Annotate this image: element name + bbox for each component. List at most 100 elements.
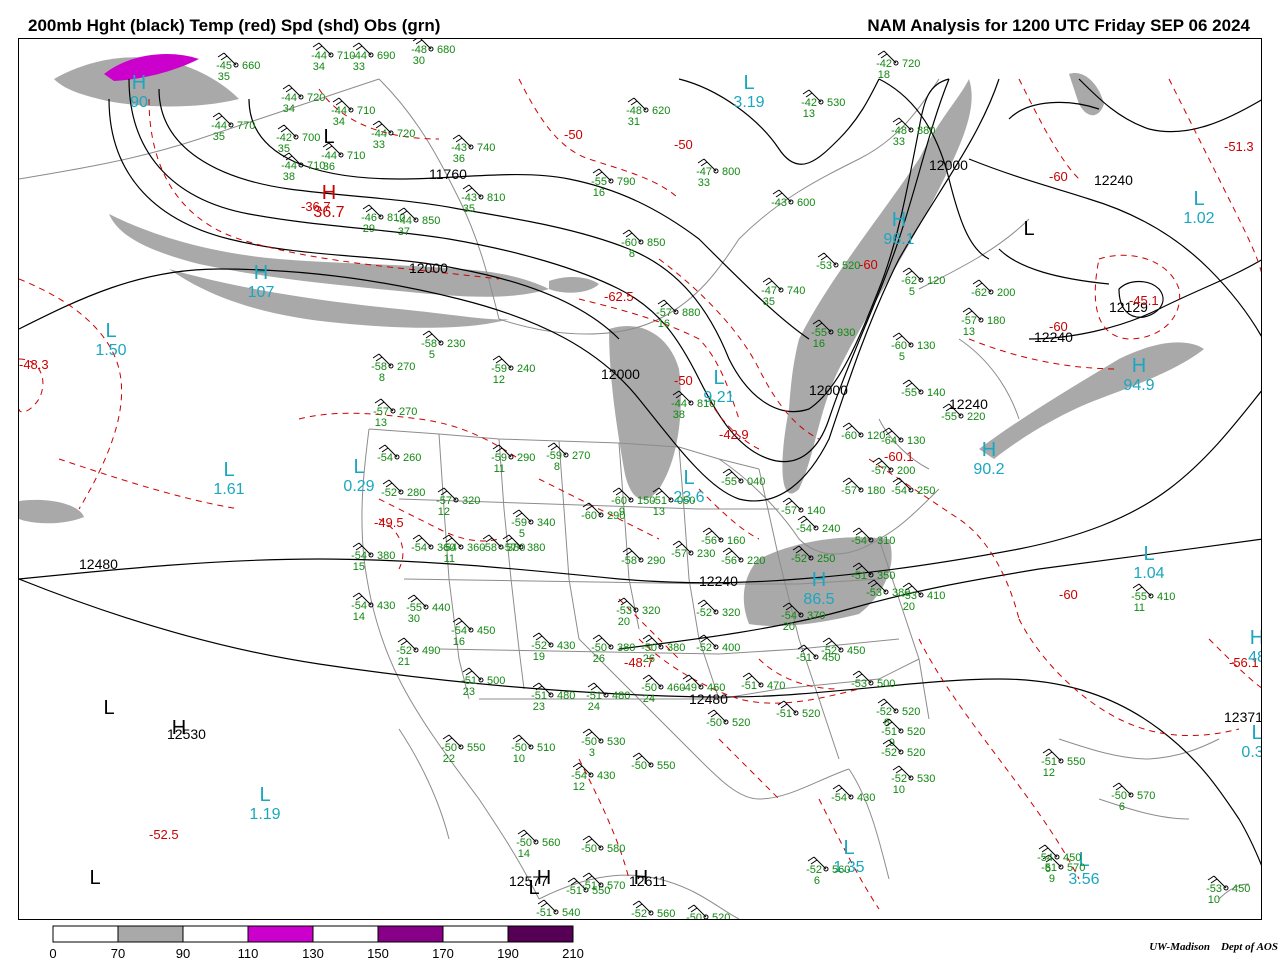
colorbar-tick-label: 90: [175, 946, 191, 961]
obs-temperature: -43: [771, 197, 787, 209]
obs-height: 430: [377, 600, 395, 612]
obs-dewpoint-depression: 5: [429, 349, 435, 361]
obs-temperature: -51: [581, 880, 597, 892]
obs-dewpoint-depression: 21: [398, 656, 410, 668]
station-obs: -50 55022: [441, 734, 485, 765]
wind-speed-colorbar: [52, 925, 574, 943]
center-letter: H: [982, 439, 996, 461]
obs-dewpoint-depression: 37: [398, 226, 410, 238]
colorbar-cell: [52, 925, 119, 943]
obs-height: 050: [677, 495, 695, 507]
obs-height: 550: [1067, 756, 1085, 768]
obs-temperature: -56: [721, 555, 737, 567]
temperature-label: -48.3: [19, 357, 49, 372]
obs-dewpoint-depression: 34: [283, 103, 295, 115]
obs-height: 430: [857, 792, 875, 804]
obs-height: 520: [902, 706, 920, 718]
station-obs: -62 1205: [901, 267, 945, 298]
station-obs: -44 71038: [281, 152, 325, 183]
station-obs: -52 520: [881, 739, 925, 759]
obs-height: 620: [652, 105, 670, 117]
credit-label: UW-Madison Dept of AOS: [1149, 941, 1278, 953]
obs-temperature: -52: [696, 642, 712, 654]
obs-dewpoint-depression: 23: [463, 686, 475, 698]
geographic-borders: [19, 78, 1250, 919]
obs-height: 250: [817, 553, 835, 565]
station-obs: -57 27013: [373, 398, 417, 429]
center-letter: H: [634, 867, 648, 889]
obs-height: 130: [917, 340, 935, 352]
obs-height: 810: [697, 398, 715, 410]
obs-height: 880: [682, 307, 700, 319]
obs-dewpoint-depression: 12: [1043, 767, 1055, 779]
center-letter: L: [323, 126, 334, 148]
station-obs: -47 80033: [696, 158, 740, 189]
obs-height: 530: [607, 736, 625, 748]
obs-height: 570: [607, 880, 625, 892]
obs-height: 930: [837, 327, 855, 339]
obs-dewpoint-depression: 24: [588, 701, 600, 713]
obs-height: 250: [917, 485, 935, 497]
center-letter: L: [89, 867, 100, 889]
station-obs: -52 5208: [876, 698, 920, 729]
temperature-label: -42.9: [719, 427, 749, 442]
temperature-label: -51.3: [1224, 139, 1254, 154]
obs-height: 410: [1157, 591, 1175, 603]
obs-height: 430: [597, 770, 615, 782]
station-obs: -51 55012: [1041, 748, 1085, 779]
center-value: 94.9: [1123, 377, 1154, 394]
obs-height: 500: [877, 678, 895, 690]
station-obs: -56 220: [721, 547, 765, 567]
obs-dewpoint-depression: 8: [554, 461, 560, 473]
station-obs: -50 5706: [1111, 782, 1155, 813]
colorbar-tick-label: 0: [49, 946, 57, 961]
obs-height: 710: [307, 160, 325, 172]
colorbar-tick-label: 150: [367, 946, 389, 961]
obs-height: 380: [527, 542, 545, 554]
obs-temperature: -51: [776, 708, 792, 720]
center-letter: L: [1251, 722, 1262, 744]
obs-dewpoint-depression: 30: [408, 613, 420, 625]
obs-height: 480: [612, 690, 630, 702]
obs-height: 230: [447, 338, 465, 350]
station-obs: -54 240: [796, 515, 840, 535]
station-obs: -54 43012: [571, 762, 615, 793]
center-letter: L: [843, 837, 854, 859]
station-obs: -51 48023: [531, 682, 575, 713]
obs-dewpoint-depression: 34: [333, 116, 345, 128]
obs-height: 690: [377, 50, 395, 62]
obs-temperature: -54: [377, 452, 393, 464]
station-obs: -64 130: [881, 427, 925, 447]
station-obs: -57 18013: [961, 307, 1005, 338]
colorbar-tick-label: 210: [562, 946, 584, 961]
obs-temperature: -52: [381, 487, 397, 499]
obs-dewpoint-depression: 16: [453, 636, 465, 648]
obs-height: 790: [617, 176, 635, 188]
station-obs: -55 41011: [1131, 583, 1175, 614]
obs-height: 270: [572, 450, 590, 462]
obs-height: 530: [827, 97, 845, 109]
obs-temperature: -51: [536, 907, 552, 919]
height-label: 11760: [429, 166, 467, 182]
obs-dewpoint-depression: 6: [1119, 801, 1125, 813]
obs-dewpoint-depression: 5: [909, 286, 915, 298]
obs-dewpoint-depression: 14: [518, 848, 530, 860]
station-obs: -52 320: [696, 599, 740, 619]
center-letter: L: [683, 467, 694, 489]
obs-dewpoint-depression: 26: [643, 653, 655, 665]
obs-dewpoint-depression: 12: [438, 506, 450, 518]
center-letter: L: [353, 456, 364, 478]
obs-temperature: -57: [781, 505, 797, 517]
obs-height: 800: [722, 166, 740, 178]
obs-dewpoint-depression: 16: [658, 318, 670, 330]
station-obs: -52 560: [631, 900, 675, 919]
station-obs: -56 160: [701, 527, 745, 547]
station-obs: -44 69033: [351, 42, 395, 73]
obs-temperature: -52: [821, 645, 837, 657]
center-value: 96.1: [883, 231, 914, 248]
obs-height: 380: [617, 642, 635, 654]
station-obs: -48 62031: [626, 97, 670, 128]
map-canvas: 1176012000120001200012000122401224012240…: [19, 39, 1262, 919]
obs-height: 810: [487, 192, 505, 204]
obs-height: 160: [727, 535, 745, 547]
